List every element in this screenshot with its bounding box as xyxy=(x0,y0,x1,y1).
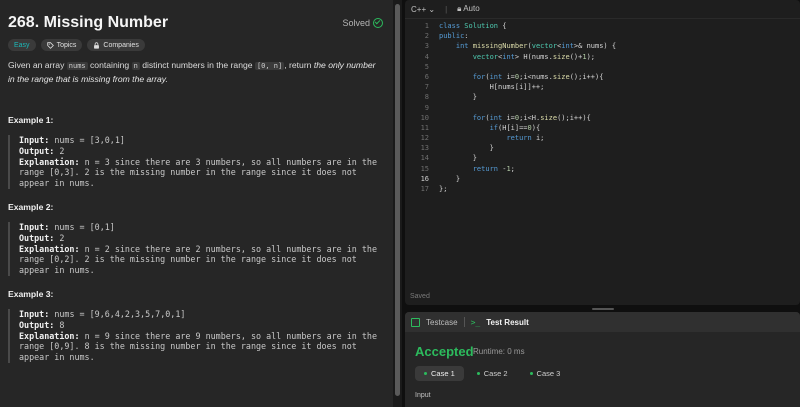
problem-panel: 268. Missing Number Solved Easy Topics C… xyxy=(0,0,393,407)
line-number: 10 xyxy=(420,113,429,122)
code-lines[interactable]: 1 class Solution {2 public: 3 int missingNu… xyxy=(405,22,800,195)
chevron-down-icon: ⌄ xyxy=(428,4,436,14)
input-label: Input xyxy=(415,392,431,399)
topics-label: Topics xyxy=(56,41,77,49)
line-number: 14 xyxy=(420,154,429,163)
code-text: int missingNumber(vector<int>& nums) { xyxy=(455,42,617,51)
code-line[interactable]: 5 xyxy=(405,63,800,73)
line-number: 3 xyxy=(424,42,429,51)
code-text: } xyxy=(439,174,461,183)
code-text: } xyxy=(439,154,477,163)
case-1-tab[interactable]: Case 1 xyxy=(415,366,464,381)
case-tabs: Case 1 Case 2 Case 3 xyxy=(415,366,569,381)
title-row: 268. Missing Number Solved xyxy=(8,12,383,34)
code-text: public: xyxy=(439,32,469,41)
line-number: 12 xyxy=(420,134,429,143)
problem-scrollbar[interactable] xyxy=(393,0,402,407)
line-number: 7 xyxy=(424,83,429,92)
companies-label: Companies xyxy=(103,41,139,49)
line-number: 16 xyxy=(420,174,429,183)
problem-description: Given an array nums containing n distinc… xyxy=(8,60,376,84)
saved-status: Saved xyxy=(410,293,430,300)
line-number: 5 xyxy=(424,62,429,71)
solved-label: Solved xyxy=(342,18,370,28)
tab-testcase[interactable]: Testcase xyxy=(426,318,458,327)
line-number: 15 xyxy=(420,164,429,173)
code-editor[interactable]: C++ ⌄ | 🔒︎ Auto 1 class Solution { 2 public… xyxy=(405,0,800,305)
terminal-icon: >_ xyxy=(470,317,481,327)
code-text: for(int i=0;i<nums.size();i++){ xyxy=(472,72,604,81)
topics-tag[interactable]: Topics xyxy=(40,39,83,51)
pass-dot-icon xyxy=(424,372,427,375)
line-number: 13 xyxy=(420,144,429,153)
editor-toolbar: C++ ⌄ | 🔒︎ Auto xyxy=(405,0,800,19)
line-number: 4 xyxy=(424,52,429,61)
code-line[interactable]: 6 for(int i=0;i<nums.size();i++){ xyxy=(405,73,800,83)
result-tabs: Testcase >_ Test Result xyxy=(405,312,800,332)
problem-title[interactable]: 268. Missing Number xyxy=(8,14,168,32)
runtime-text: Runtime: 0 ms xyxy=(473,347,525,356)
line-number: 11 xyxy=(420,123,429,132)
example-1-box: Input: nums = [3,0,1] Output: 2 Explanat… xyxy=(8,135,391,189)
scrollbar-thumb[interactable] xyxy=(395,4,400,396)
code-line[interactable]: 17}; xyxy=(405,185,800,195)
solved-badge: Solved xyxy=(342,18,383,28)
tab-test-result[interactable]: Test Result xyxy=(486,318,529,327)
code-line[interactable]: 7 H[nums[i]]++; xyxy=(405,83,800,93)
line-number: 8 xyxy=(424,93,429,102)
check-circle-icon xyxy=(373,18,383,28)
case-2-tab[interactable]: Case 2 xyxy=(468,366,517,381)
code-text: H[nums[i]]++; xyxy=(439,83,545,92)
tag-row: Easy Topics Companies xyxy=(8,39,145,51)
line-number: 2 xyxy=(424,32,429,41)
divider: | xyxy=(445,4,448,14)
code-line[interactable]: 10 for(int i=0;i<H.size();i++){ xyxy=(405,114,800,124)
tab-divider xyxy=(463,317,465,327)
result-panel: Testcase >_ Test Result Accepted Runtime… xyxy=(405,312,800,407)
code-text: class Solution { xyxy=(439,22,507,30)
code-line[interactable]: 2 public: xyxy=(405,32,800,42)
code-text: } xyxy=(439,93,477,102)
code-line[interactable]: 12 return i; xyxy=(405,134,800,144)
code-line[interactable]: 11 if(H[i]==0){ xyxy=(405,124,800,134)
grip-icon[interactable] xyxy=(592,308,614,310)
code-text: }; xyxy=(439,185,448,193)
tag-icon xyxy=(46,41,54,49)
line-number: 6 xyxy=(424,72,429,81)
pass-dot-icon xyxy=(476,372,480,375)
code-line[interactable]: 9 xyxy=(405,104,800,114)
code-line[interactable]: 8 } xyxy=(405,93,800,103)
language-select[interactable]: C++ ⌄ xyxy=(411,5,435,14)
code-text: if(H[i]==0){ xyxy=(489,123,541,132)
code-line[interactable]: 16 } xyxy=(405,175,800,185)
code-text: return i; xyxy=(506,134,545,143)
difficulty-tag[interactable]: Easy xyxy=(8,39,36,51)
code-text: for(int i=0;i<H.size();i++){ xyxy=(472,113,591,122)
lock-icon xyxy=(94,41,100,49)
code-line[interactable]: 15 return -1; xyxy=(405,165,800,175)
companies-tag[interactable]: Companies xyxy=(87,39,145,51)
line-number: 17 xyxy=(420,185,429,193)
example-3-title: Example 3: xyxy=(8,289,54,299)
code-line[interactable]: 14 } xyxy=(405,154,800,164)
case-3-tab[interactable]: Case 3 xyxy=(521,366,570,381)
code-line[interactable]: 4 vector<int> H(nums.size()+1); xyxy=(405,53,800,63)
testcase-checkbox-icon xyxy=(411,317,420,327)
lock-icon: 🔒︎ xyxy=(457,4,462,13)
code-line[interactable]: 1 class Solution { xyxy=(405,22,800,32)
line-number: 1 xyxy=(424,22,429,30)
code-text: vector<int> H(nums.size()+1); xyxy=(472,52,595,61)
code-text: } xyxy=(439,144,494,153)
example-2-box: Input: nums = [0,1] Output: 2 Explanatio… xyxy=(8,222,391,276)
status-accepted: Accepted xyxy=(415,344,474,359)
code-line[interactable]: 13 } xyxy=(405,144,800,154)
auto-mode-toggle[interactable]: 🔒︎ Auto xyxy=(457,4,480,14)
example-3-box: Input: nums = [9,6,4,2,3,5,7,0,1] Output… xyxy=(8,309,391,363)
example-2-title: Example 2: xyxy=(8,202,54,212)
example-1-title: Example 1: xyxy=(8,115,54,125)
pass-dot-icon xyxy=(529,372,533,375)
code-text: return -1; xyxy=(472,164,515,173)
code-line[interactable]: 3 int missingNumber(vector<int>& nums) { xyxy=(405,42,800,52)
line-number: 9 xyxy=(424,103,429,112)
